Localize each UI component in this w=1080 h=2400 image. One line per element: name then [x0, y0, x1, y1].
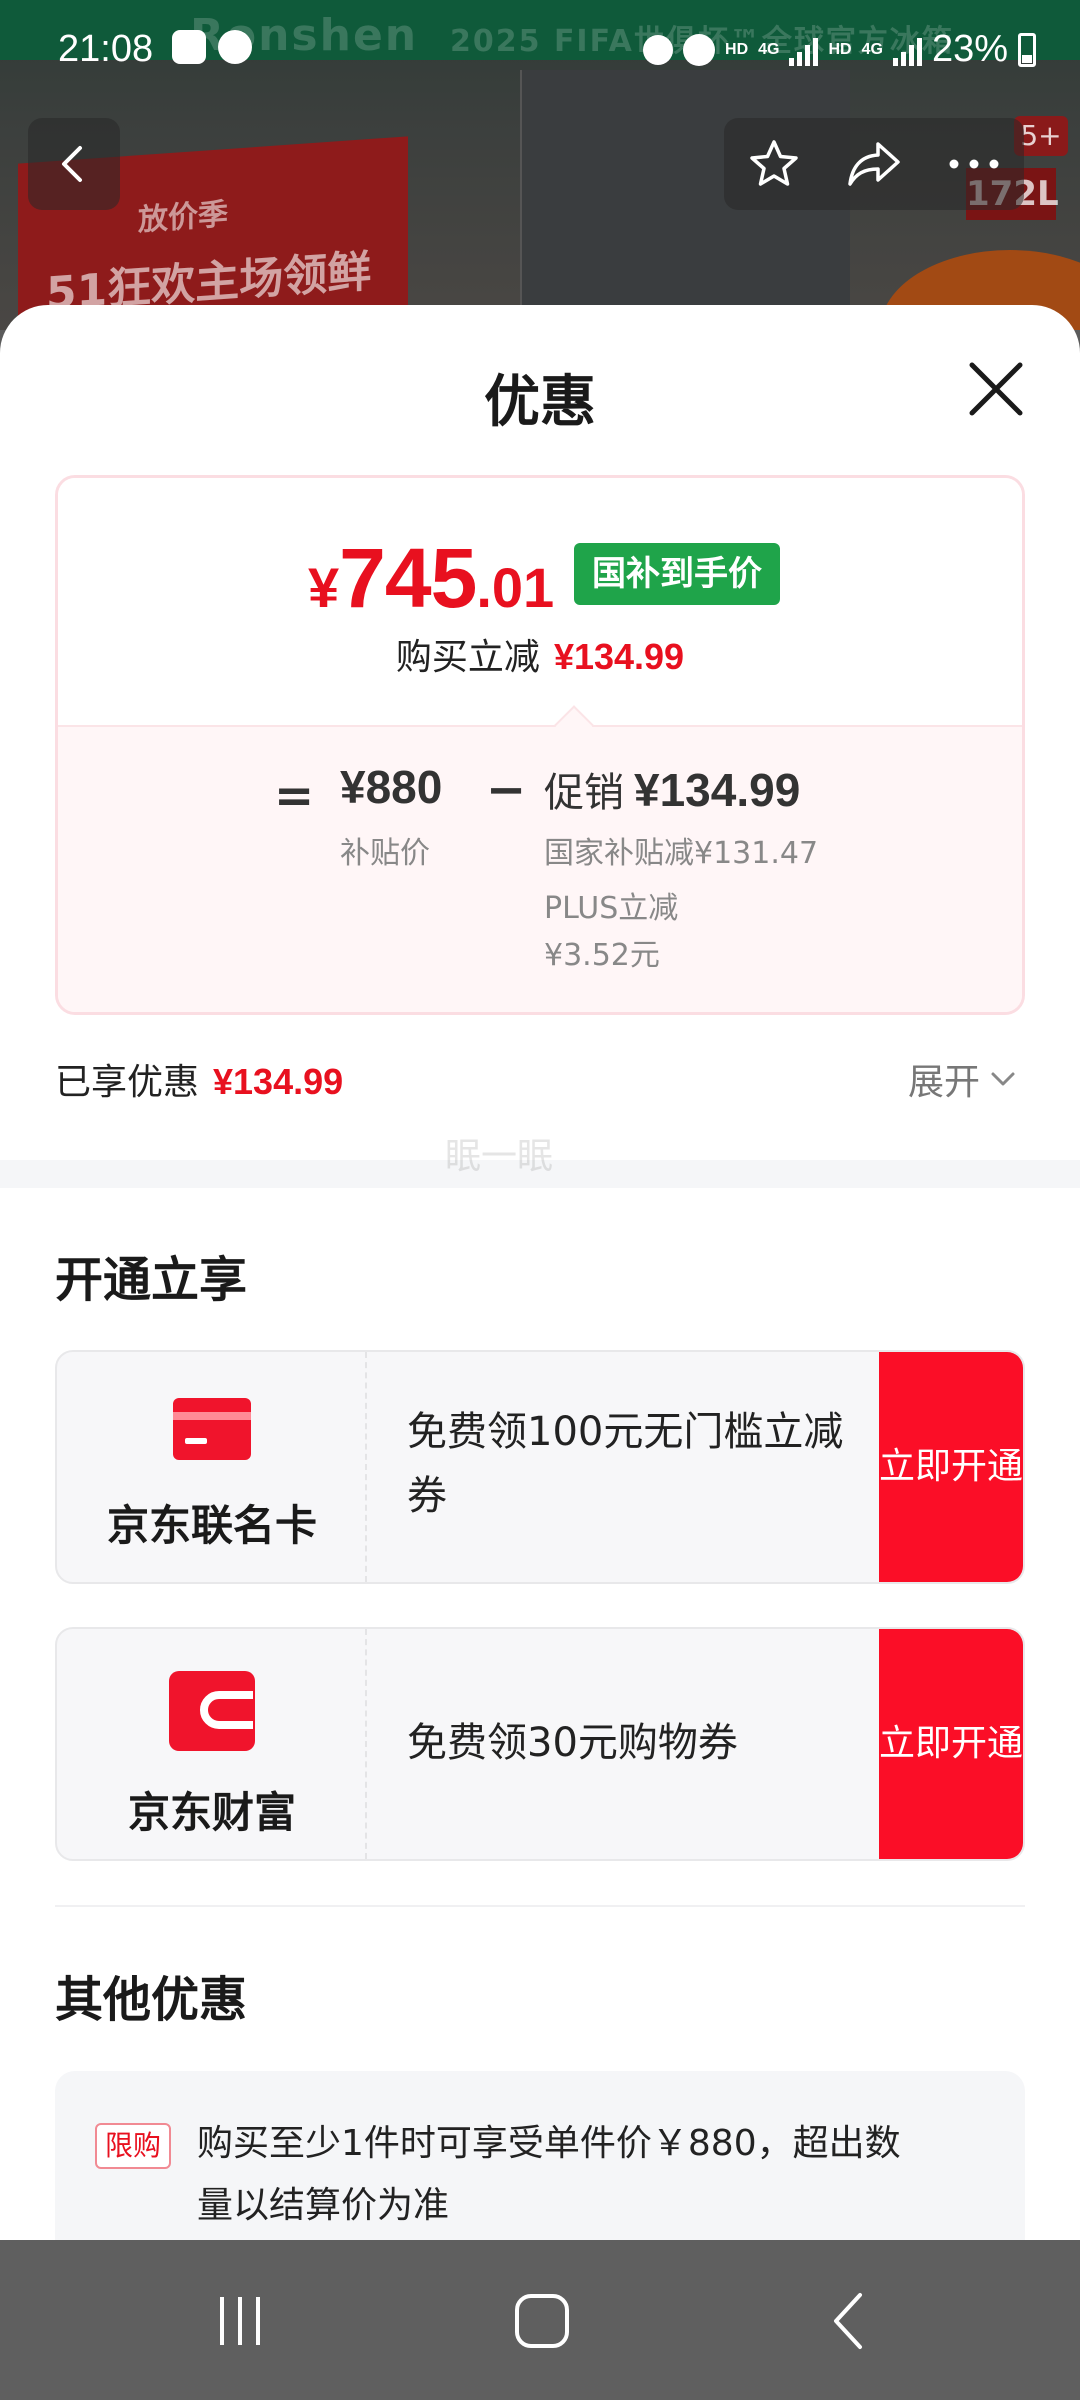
subsidy-price: ¥880 — [340, 761, 443, 813]
status-bar: 21:08 HD 4G HD 4G 23% — [0, 0, 1080, 100]
recent-apps-icon — [220, 2297, 260, 2345]
discount-sheet: 优惠 ¥745.01 国补到手价 购买立减 ¥134.99 = ¥880 补贴价 … — [0, 305, 1080, 2240]
more-dots-icon — [949, 159, 999, 169]
recycle-icon — [643, 34, 674, 65]
offer-description: 免费领30元购物券 — [407, 1720, 738, 1766]
instant-discount-amount: ¥134.99 — [553, 636, 685, 677]
network-type-2: 4G — [861, 40, 883, 58]
signal-icon-2 — [892, 34, 922, 66]
price-currency: ¥ — [308, 556, 340, 619]
subsidy-price-label: 补贴价 — [340, 836, 430, 871]
gov-subsidy-detail: 国家补贴减¥131.47 — [544, 836, 819, 871]
chevron-down-icon — [991, 1072, 1015, 1086]
gov-subsidy-tag: 国补到手价 — [574, 543, 780, 605]
share-icon — [848, 142, 900, 186]
plus-discount-amount: ¥3.52元 — [544, 938, 660, 973]
back-arrow-icon — [834, 2293, 862, 2349]
poster-line-1: 放价季 — [138, 196, 228, 239]
purchase-limit-badge: 限购 — [95, 2123, 172, 2169]
offer-brand-name: 京东联名卡 — [106, 1501, 317, 1550]
enjoyed-amount: ¥134.99 — [213, 1061, 344, 1102]
minus-sign: − — [486, 762, 527, 818]
system-nav-bar — [0, 2240, 1080, 2400]
star-icon — [750, 140, 798, 186]
status-time: 21:08 — [58, 28, 154, 70]
top-actions — [724, 118, 1024, 210]
home-button[interactable] — [502, 2290, 582, 2352]
plus-discount-label: PLUS立减 — [544, 891, 679, 926]
app-notification-icon — [172, 30, 206, 64]
jd-wealth-icon — [169, 1671, 255, 1751]
signal-icon — [789, 34, 819, 66]
offer-card-jd-card[interactable]: 京东联名卡 免费领100元无门槛立减券 立即开通 — [55, 1350, 1025, 1584]
price-card-top: ¥745.01 国补到手价 购买立减 ¥134.99 — [58, 478, 1022, 725]
equals-sign: = — [274, 768, 315, 824]
price-decimal: .01 — [476, 556, 555, 619]
sheet-title: 优惠 — [484, 370, 596, 435]
purchase-limit-text: 购买至少1件时可享受单件价￥880，超出数量以结算价为准 — [197, 2123, 901, 2226]
enjoyed-label: 已享优惠 — [55, 1062, 200, 1103]
price-breakdown — [58, 725, 1022, 1012]
close-icon — [969, 362, 1023, 416]
hd-indicator-2: HD — [828, 40, 852, 58]
back-button[interactable] — [28, 118, 120, 210]
recent-apps-button[interactable] — [200, 2290, 280, 2352]
share-button[interactable] — [844, 134, 904, 194]
close-button[interactable] — [964, 357, 1028, 421]
instant-discount-line: 购买立减 ¥134.99 — [58, 628, 1022, 680]
enjoyed-discount: 已享优惠 ¥134.99 — [55, 1053, 343, 1105]
price-integer: 745 — [339, 531, 477, 625]
expand-button[interactable]: 展开 — [908, 1053, 1016, 1105]
network-type-1: 4G — [758, 40, 780, 58]
open-benefits-title: 开通立享 — [55, 1252, 248, 1308]
offer-card-jd-wealth[interactable]: 京东财富 免费领30元购物券 立即开通 — [55, 1627, 1025, 1861]
alarm-icon — [683, 33, 716, 66]
instant-discount-label: 购买立减 — [395, 637, 540, 678]
other-offer-card: 限购 购买至少1件时可享受单件价￥880，超出数量以结算价为准 — [55, 2071, 1025, 2240]
final-price: ¥745.01 — [308, 530, 554, 627]
price-card: ¥745.01 国补到手价 购买立减 ¥134.99 = ¥880 补贴价 − 促… — [55, 475, 1025, 1015]
other-offers-title: 其他优惠 — [55, 1972, 248, 2028]
credit-card-icon — [173, 1398, 251, 1460]
home-icon — [515, 2294, 569, 2348]
status-right-icons: HD 4G HD 4G 23% — [643, 28, 1036, 71]
activate-button[interactable]: 立即开通 — [879, 1352, 1023, 1582]
battery-percent: 23% — [931, 28, 1008, 70]
promo-line: 促销 ¥134.99 — [544, 760, 800, 818]
qq-notification-icon — [218, 30, 252, 64]
promo-amount: ¥134.99 — [634, 764, 801, 816]
favorite-button[interactable] — [744, 134, 804, 194]
status-left-icons — [172, 30, 252, 64]
promo-label: 促销 — [544, 770, 624, 816]
system-back-button[interactable] — [808, 2290, 888, 2352]
watermark-text: 眠一眠 — [445, 1136, 554, 1177]
thin-divider — [55, 1905, 1025, 1907]
offer-brand-name: 京东财富 — [127, 1788, 296, 1837]
expand-label: 展开 — [908, 1062, 981, 1103]
offer-description: 免费领100元无门槛立减券 — [407, 1409, 844, 1519]
more-button[interactable] — [944, 134, 1004, 194]
hd-indicator-1: HD — [725, 40, 749, 58]
activate-button[interactable]: 立即开通 — [879, 1629, 1023, 1859]
battery-icon — [1018, 32, 1036, 67]
chevron-left-icon — [62, 146, 82, 182]
